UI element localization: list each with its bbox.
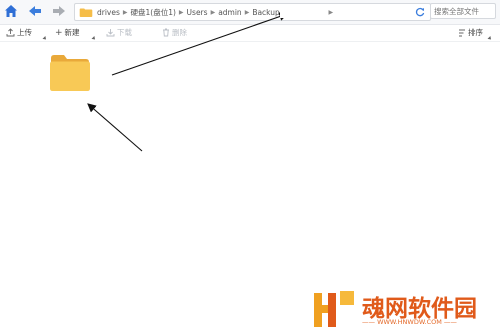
download-label: 下载 — [117, 28, 132, 37]
breadcrumb-separator-icon: ▶ — [122, 8, 128, 16]
forward-button[interactable] — [50, 2, 68, 20]
plus-icon: + — [55, 27, 63, 38]
upload-dropdown-icon[interactable] — [42, 36, 48, 41]
sort-label: 排序 — [468, 28, 483, 37]
breadcrumb-drives[interactable]: drives — [97, 8, 120, 17]
sort-dropdown-icon[interactable] — [487, 36, 493, 41]
folder-item[interactable] — [49, 52, 91, 92]
sort-button[interactable]: 排序 — [458, 27, 483, 38]
arrow-right-icon — [53, 6, 65, 16]
new-dropdown-icon[interactable] — [91, 36, 97, 41]
download-icon — [106, 29, 115, 37]
back-button[interactable] — [26, 2, 44, 20]
breadcrumb-backup[interactable]: Backup — [252, 8, 280, 17]
sort-icon — [459, 29, 465, 36]
upload-icon — [6, 28, 15, 37]
folder-icon — [50, 55, 90, 91]
new-button[interactable]: + 新建 — [55, 27, 80, 38]
delete-button[interactable]: 删除 — [162, 27, 187, 38]
annotation-arrows — [87, 6, 322, 152]
breadcrumb-disk1[interactable]: 硬盘1(盘位1) — [131, 7, 176, 18]
new-label: 新建 — [64, 28, 80, 37]
folder-icon — [79, 7, 93, 17]
breadcrumb-separator-icon: ▶ — [244, 8, 250, 16]
watermark-logo: 魂网软件园 —— WWW.HNWDW.COM —— — [312, 289, 498, 329]
upload-label: 上传 — [17, 28, 32, 37]
upload-button[interactable]: 上传 — [6, 27, 32, 38]
download-button[interactable]: 下载 — [106, 27, 132, 38]
breadcrumb-separator-icon: ▶ — [282, 8, 288, 16]
action-bar: 上传 + 新建 下载 删除 排序 — [0, 25, 500, 42]
annotation-arrow — [87, 103, 143, 152]
breadcrumb-separator-icon: ▶ — [178, 8, 184, 16]
arrow-left-icon — [29, 6, 41, 16]
watermark-subtitle: —— WWW.HNWDW.COM —— — [362, 318, 457, 326]
home-icon — [5, 5, 17, 17]
breadcrumb-users[interactable]: Users — [187, 8, 208, 17]
refresh-button[interactable] — [414, 6, 426, 18]
trash-icon — [163, 28, 169, 37]
breadcrumb-expand-icon[interactable]: ▶ — [328, 9, 333, 16]
breadcrumb-separator-icon: ▶ — [210, 8, 216, 16]
refresh-icon — [415, 7, 425, 17]
home-button[interactable] — [2, 2, 20, 20]
watermark-logo-icon — [314, 291, 354, 327]
delete-label: 删除 — [172, 28, 187, 37]
navigation-toolbar: drives ▶ 硬盘1(盘位1) ▶ Users ▶ admin ▶ Back… — [0, 0, 500, 25]
breadcrumb-admin[interactable]: admin — [218, 8, 242, 17]
search-input[interactable] — [430, 3, 496, 19]
address-bar[interactable]: drives ▶ 硬盘1(盘位1) ▶ Users ▶ admin ▶ Back… — [74, 3, 431, 21]
